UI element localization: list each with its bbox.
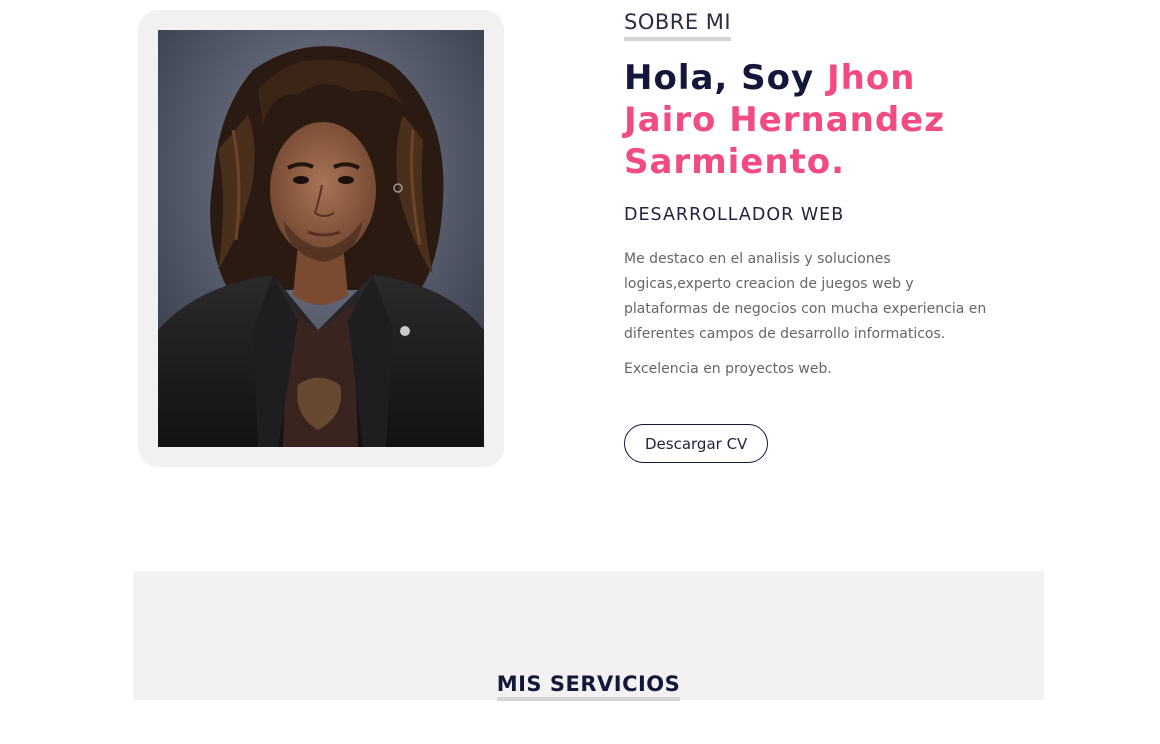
about-tagline: Excelencia en proyectos web. <box>624 361 832 377</box>
headline-greeting: Hola, Soy <box>624 58 828 98</box>
services-title: MIS SERVICIOS <box>496 671 681 701</box>
services-title-wrap: MIS SERVICIOS <box>133 671 1044 701</box>
section-label-sobre-mi: SOBRE MI <box>624 8 732 41</box>
role-title: DESARROLLADOR WEB <box>624 205 845 225</box>
services-section: MIS SERVICIOS <box>133 571 1044 701</box>
download-cv-button[interactable]: Descargar CV <box>624 424 769 463</box>
profile-photo-card <box>138 10 504 467</box>
profile-photo <box>158 30 484 447</box>
about-section: SOBRE MI Hola, Soy Jhon Jairo Hernandez … <box>624 8 1024 463</box>
page: SOBRE MI Hola, Soy Jhon Jairo Hernandez … <box>0 0 1160 744</box>
about-description: Me destaco en el analisis y soluciones l… <box>624 251 987 342</box>
headline: Hola, Soy Jhon Jairo Hernandez Sarmiento… <box>624 57 984 183</box>
